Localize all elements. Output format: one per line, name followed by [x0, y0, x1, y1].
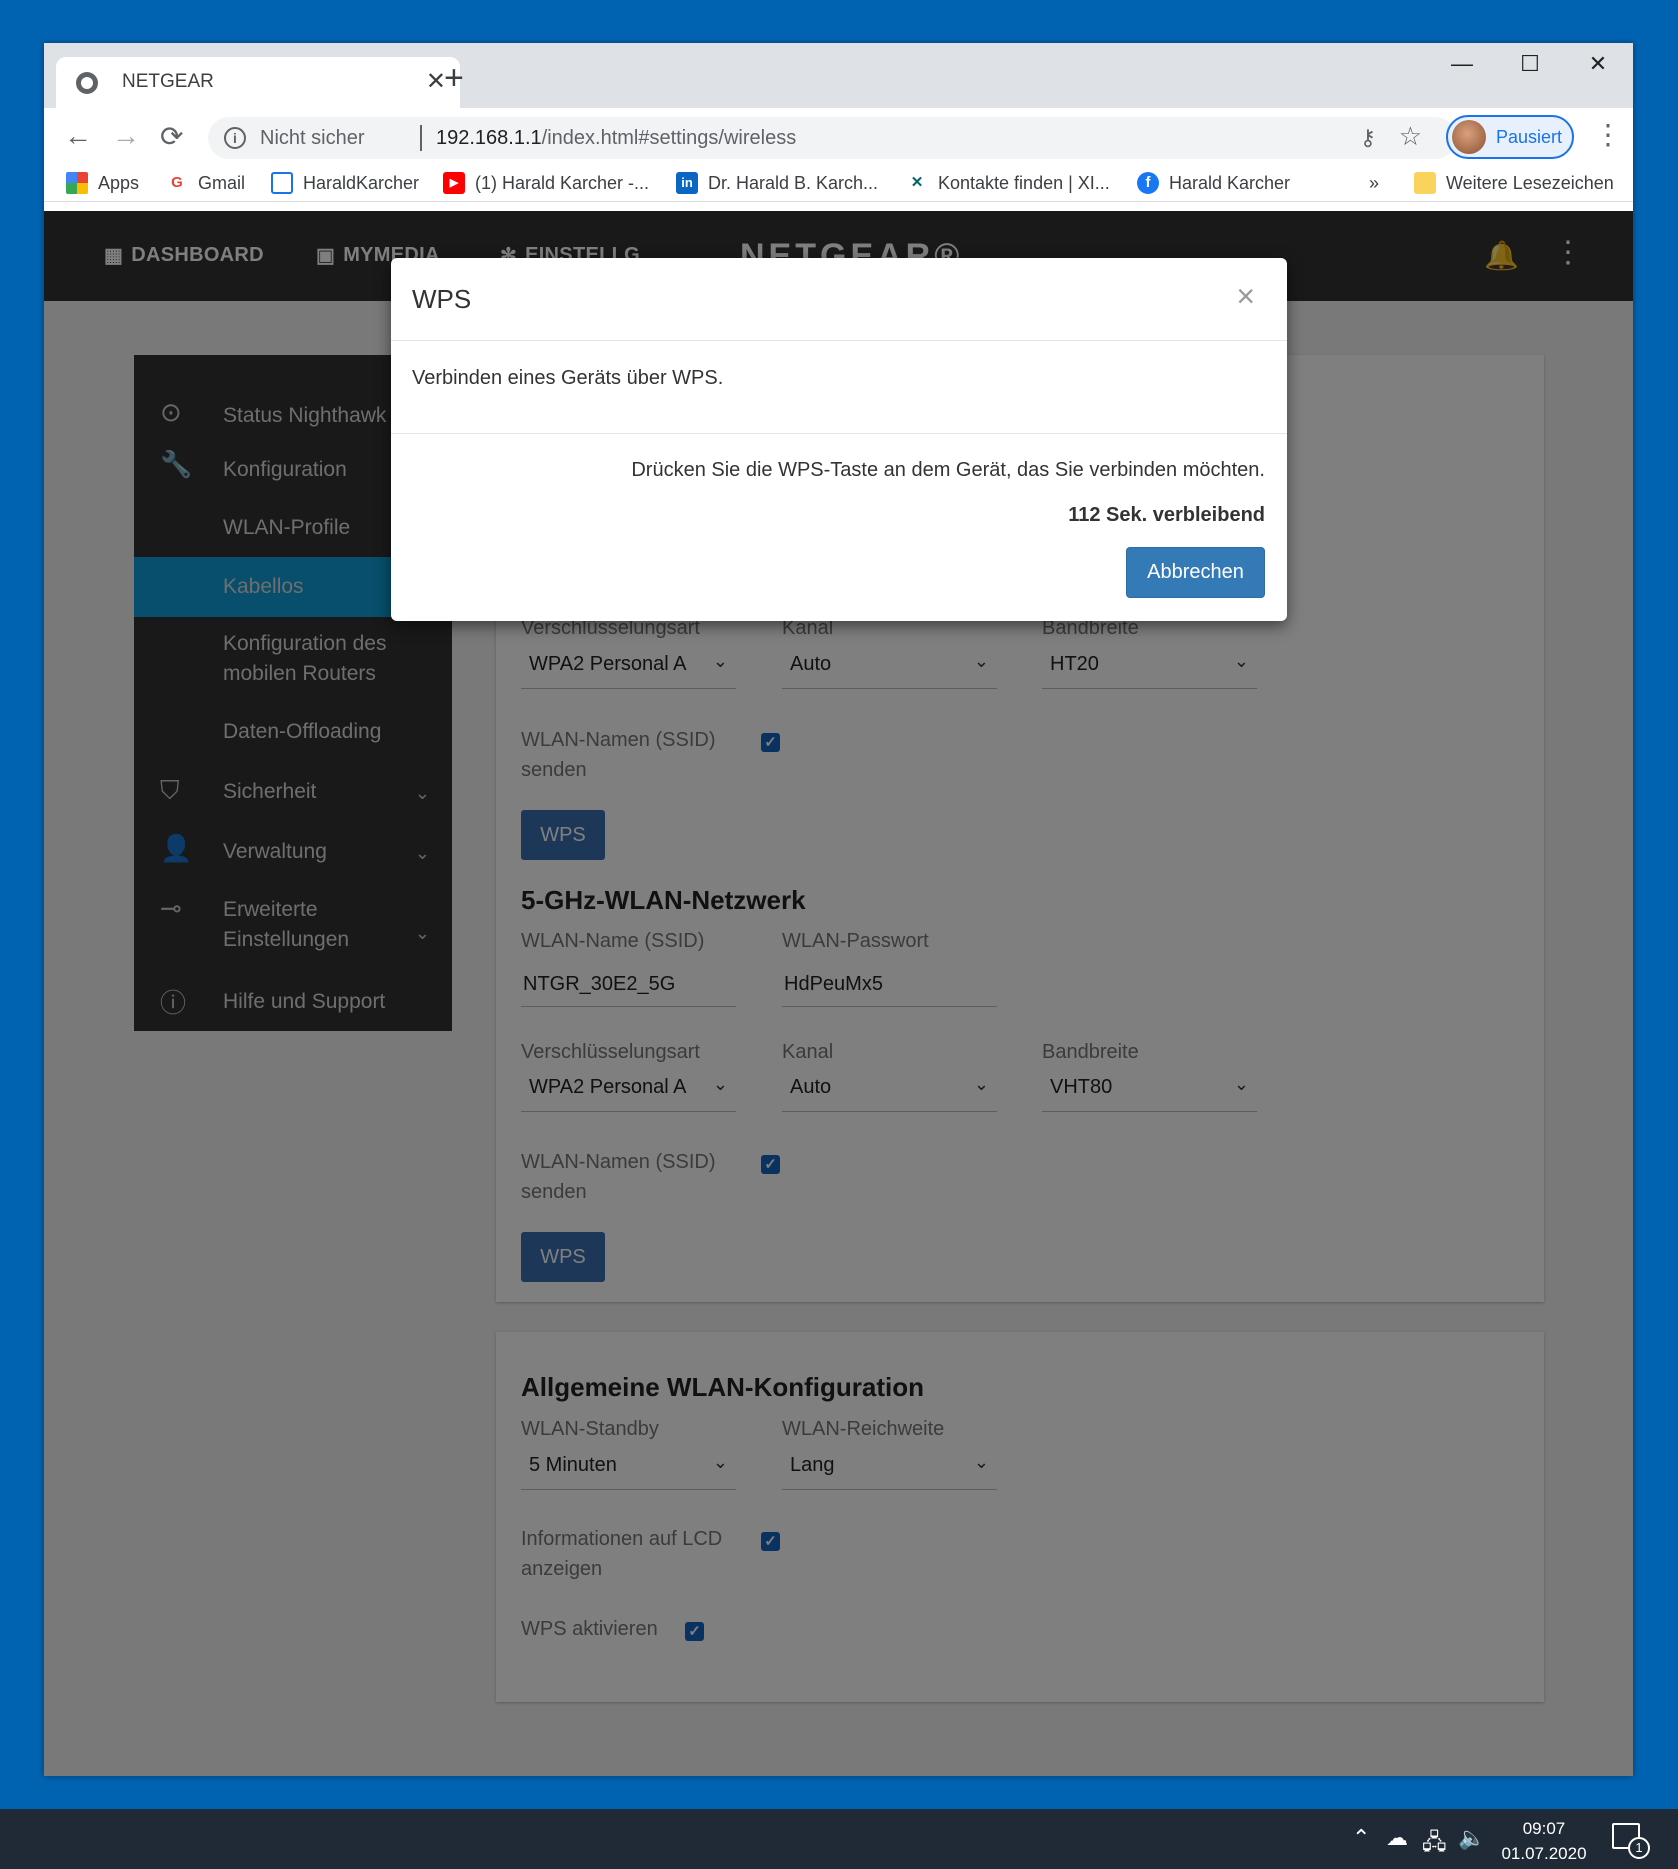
minimize-button[interactable]: — — [1427, 51, 1497, 77]
new-tab-button[interactable]: + — [428, 59, 480, 98]
bookmark-label: HaraldKarcher — [303, 172, 420, 193]
bookmark-apps[interactable]: Apps — [66, 168, 139, 198]
apps-grid-icon — [66, 172, 88, 194]
window-close-button[interactable]: ✕ — [1563, 51, 1633, 77]
facebook-icon: f — [1137, 172, 1159, 194]
bookmark-xing[interactable]: ✕ Kontakte finden | XI... — [906, 168, 1110, 198]
url-host: 192.168.1.1 — [436, 127, 542, 149]
more-bookmarks-chevron[interactable]: » — [1369, 168, 1379, 198]
browser-window: NETGEAR ✕ + — ☐ ✕ ← → ⟳ i Nicht sicher 1… — [44, 43, 1633, 1776]
bookmark-youtube[interactable]: ▶ (1) Harald Karcher -... — [443, 168, 649, 198]
bookmark-haraldkarcher[interactable]: HaraldKarcher — [271, 168, 419, 198]
bookmark-label: Harald Karcher — [1169, 172, 1291, 193]
bookmark-facebook[interactable]: f Harald Karcher — [1137, 168, 1290, 198]
bookmark-label: (1) Harald Karcher -... — [475, 172, 650, 193]
profile-label: Pausiert — [1496, 127, 1563, 147]
browser-menu-icon[interactable]: ⋮ — [1594, 118, 1622, 151]
wps-countdown: 112 Sek. verbleibend — [1068, 504, 1265, 526]
bookmark-label: Dr. Harald B. Karch... — [708, 172, 879, 193]
xing-icon: ✕ — [910, 174, 924, 191]
tab-title: NETGEAR — [122, 71, 214, 92]
reload-button[interactable]: ⟳ — [160, 120, 183, 153]
volume-icon[interactable]: 🔈 — [1458, 1825, 1485, 1851]
network-icon[interactable]: 🖧 — [1422, 1825, 1447, 1863]
dialog-body: Verbinden eines Geräts über WPS. — [391, 341, 1287, 434]
profile-button[interactable]: Pausiert — [1446, 115, 1574, 159]
bookmark-linkedin[interactable]: in Dr. Harald B. Karch... — [676, 168, 878, 198]
cloud-icon[interactable]: ☁ — [1386, 1825, 1408, 1851]
bookmark-label: » — [1369, 172, 1380, 193]
windows-taskbar: ⌃ ☁ 🖧 🔈 09:07 01.07.2020 1 — [0, 1809, 1678, 1869]
star-icon[interactable]: ☆ — [1399, 121, 1422, 152]
back-button[interactable]: ← — [64, 120, 92, 152]
url-path: /index.html#settings/wireless — [541, 127, 797, 149]
notification-count: 1 — [1628, 1837, 1650, 1859]
dialog-body-text: Verbinden eines Geräts über WPS. — [412, 367, 724, 389]
folder-icon — [1414, 172, 1436, 194]
bookmark-label: Apps — [98, 172, 140, 193]
close-icon[interactable]: × — [1236, 278, 1255, 315]
avatar — [1452, 120, 1486, 154]
browser-toolbar: ← → ⟳ i Nicht sicher 192.168.1.1/index.h… — [44, 108, 1633, 202]
key-icon[interactable]: ⚷ — [1360, 125, 1376, 151]
cancel-button[interactable]: Abbrechen — [1126, 547, 1265, 598]
bookmark-other[interactable]: Weitere Lesezeichen — [1414, 168, 1614, 198]
bookmark-gmail[interactable]: G Gmail — [166, 168, 245, 198]
clock-date: 01.07.2020 — [1501, 1844, 1587, 1863]
browser-tab[interactable]: NETGEAR ✕ — [56, 57, 460, 108]
clock-time: 09:07 — [1522, 1819, 1566, 1838]
tab-strip: NETGEAR ✕ + — ☐ ✕ — [44, 43, 1633, 108]
wps-dialog: WPS × Verbinden eines Geräts über WPS. D… — [391, 258, 1287, 621]
info-icon[interactable]: i — [224, 127, 246, 149]
bookmark-label: Kontakte finden | XI... — [938, 172, 1110, 193]
taskbar-clock[interactable]: 09:07 01.07.2020 — [1498, 1816, 1590, 1866]
url-text[interactable]: 192.168.1.1/index.html#settings/wireless — [436, 127, 796, 150]
forward-button[interactable]: → — [112, 120, 140, 152]
linkedin-icon: in — [676, 172, 698, 194]
security-label: Nicht sicher — [260, 127, 365, 149]
bookmark-label: Gmail — [198, 172, 246, 193]
chevron-up-icon[interactable]: ⌃ — [1352, 1825, 1370, 1851]
bookmark-label: Weitere Lesezeichen — [1446, 172, 1614, 193]
dialog-header: WPS × — [391, 258, 1287, 341]
address-divider — [420, 125, 422, 151]
wps-instruction: Drücken Sie die WPS-Taste an dem Gerät, … — [631, 459, 1265, 481]
address-bar[interactable]: i Nicht sicher 192.168.1.1/index.html#se… — [208, 117, 1456, 159]
dialog-title: WPS — [412, 284, 472, 314]
google-icon: G — [171, 174, 183, 191]
maximize-button[interactable]: ☐ — [1495, 51, 1565, 77]
globe-icon — [76, 72, 98, 94]
page-icon — [271, 172, 293, 194]
youtube-icon: ▶ — [443, 172, 465, 194]
